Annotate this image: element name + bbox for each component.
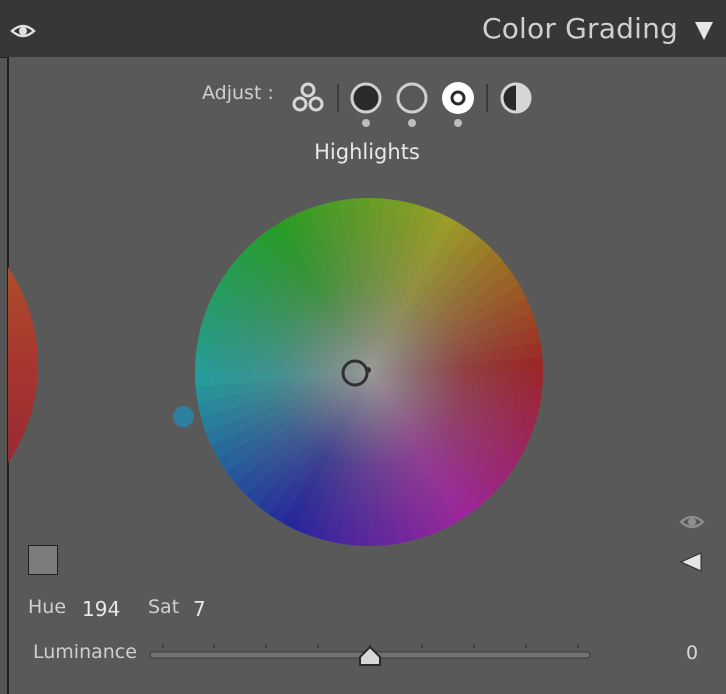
hue-value[interactable]: 194 xyxy=(82,597,120,621)
sat-value[interactable]: 7 xyxy=(193,597,206,621)
separator xyxy=(337,84,339,112)
eye-icon[interactable] xyxy=(10,20,36,42)
luminance-label: Luminance xyxy=(33,641,137,663)
filled-circle-icon[interactable] xyxy=(348,80,384,116)
separator xyxy=(486,84,488,112)
color-wheel[interactable] xyxy=(194,197,544,547)
triangle-down-icon[interactable] xyxy=(694,20,714,42)
sat-label: Sat xyxy=(148,596,180,618)
luminance-slider[interactable] xyxy=(148,638,593,674)
hue-label: Hue xyxy=(28,596,67,618)
shadows-dot xyxy=(362,119,370,127)
highlights-dot xyxy=(454,119,462,127)
wheel-title: Highlights xyxy=(314,140,420,164)
color-swatch[interactable] xyxy=(28,545,58,575)
adjacent-color-wheel xyxy=(8,260,38,470)
hue-marker[interactable] xyxy=(173,406,194,427)
panel-title: Color Grading xyxy=(481,12,678,45)
luminance-value[interactable]: 0 xyxy=(686,642,698,664)
adjust-label: Adjust : xyxy=(202,82,274,104)
slider-thumb[interactable] xyxy=(359,645,381,666)
white-circle-icon[interactable] xyxy=(440,80,476,116)
three-circles-icon[interactable] xyxy=(290,80,326,116)
ring-circle-icon[interactable] xyxy=(394,80,430,116)
panel-header[interactable]: Color Grading xyxy=(0,0,726,58)
eye-icon[interactable] xyxy=(679,511,705,533)
wheel-center-knob xyxy=(365,367,371,373)
triangle-left-icon[interactable] xyxy=(679,551,703,573)
midtones-dot xyxy=(408,119,416,127)
half-circle-icon[interactable] xyxy=(498,80,534,116)
